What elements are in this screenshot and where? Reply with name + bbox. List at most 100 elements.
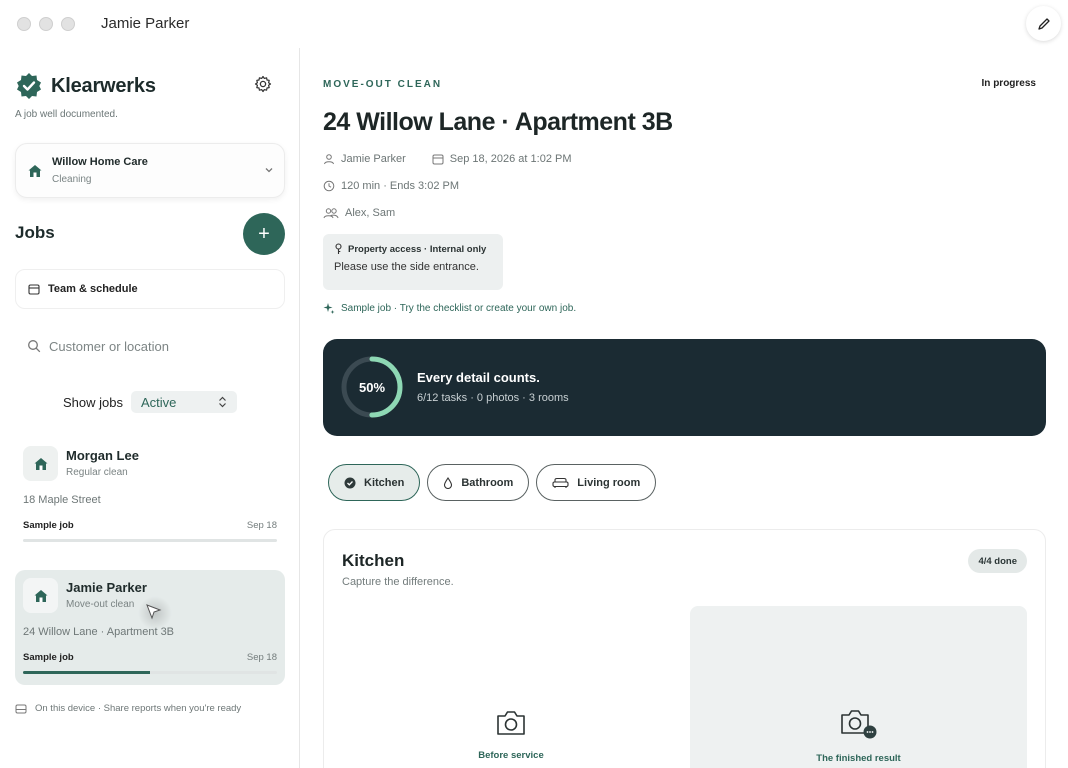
brand-tagline: A job well documented. — [15, 109, 118, 120]
search-icon — [28, 340, 41, 353]
camera-icon — [497, 711, 525, 735]
status-badge: In progress — [981, 78, 1036, 89]
calendar-icon — [432, 154, 444, 165]
property-access-note: Property access · Internal only Please u… — [323, 234, 503, 290]
job-detail: MOVE-OUT CLEAN In progress 24 Willow Lan… — [301, 48, 1068, 768]
job-icon — [23, 446, 58, 481]
house-icon — [34, 457, 47, 470]
tab-living-room[interactable]: Living room — [536, 464, 657, 501]
show-jobs-label: Show jobs — [63, 394, 123, 410]
camera-more-icon — [840, 710, 876, 739]
settings-button[interactable] — [254, 75, 272, 98]
job-date: Sep 18 — [246, 652, 277, 663]
sample-job-note: Sample job · Try the checklist or create… — [323, 302, 576, 314]
job-tag: Sample job — [23, 520, 74, 531]
job-duration-row: 120 min · Ends 3:02 PM — [323, 180, 459, 192]
team-icon — [323, 208, 339, 219]
sample-note-text: Sample job · Try the checklist or create… — [341, 302, 577, 314]
job-customer-name: Morgan Lee — [66, 448, 139, 463]
person-icon — [324, 154, 334, 165]
tab-bathroom[interactable]: Bathroom — [427, 464, 530, 501]
organization-type: Cleaning — [52, 174, 92, 185]
job-progress-fill — [23, 671, 150, 674]
team-schedule-label: Team & schedule — [48, 283, 138, 295]
organization-name: Willow Home Care — [52, 156, 148, 168]
job-duration: 120 min · Ends 3:02 PM — [341, 180, 460, 192]
show-jobs-select[interactable]: Active — [130, 391, 237, 413]
page-title: 24 Willow Lane · Apartment 3B — [323, 108, 673, 136]
device-icon — [15, 704, 27, 713]
droplet-icon — [444, 476, 453, 489]
mouse-cursor — [138, 596, 172, 630]
show-jobs-value: Active — [140, 394, 177, 410]
brand-name: Klearwerks — [51, 74, 156, 97]
before-photo-slot[interactable]: Before service — [342, 606, 680, 768]
job-progress-bar — [23, 539, 277, 542]
window-title: Jamie Parker — [101, 15, 190, 32]
job-progress-bar — [23, 671, 277, 674]
search-input[interactable] — [49, 338, 249, 354]
minimize-window-button[interactable] — [39, 17, 53, 31]
progress-title: Every detail counts. — [417, 370, 540, 385]
before-photo-label: Before service — [478, 750, 544, 761]
tab-label: Living room — [577, 476, 641, 489]
job-datetime: Sep 18, 2026 at 1:02 PM — [449, 153, 572, 165]
tab-kitchen[interactable]: Kitchen — [328, 464, 421, 501]
house-icon — [28, 165, 42, 177]
job-meta-row: Jamie Parker Sep 18, 2026 at 1:02 PM — [323, 153, 572, 165]
team-schedule-button[interactable]: Team & schedule — [15, 269, 285, 309]
job-address: 18 Maple Street — [23, 494, 101, 506]
organization-switcher[interactable]: Willow Home Care Cleaning — [15, 143, 285, 198]
job-team-row: Alex, Sam — [323, 207, 395, 219]
job-customer: Jamie Parker — [341, 153, 406, 165]
job-icon — [23, 578, 58, 613]
job-tag: Sample job — [23, 652, 74, 663]
after-photo-slot[interactable]: The finished result — [690, 606, 1027, 768]
job-type: Regular clean — [66, 467, 128, 478]
after-photo-label: The finished result — [816, 753, 901, 764]
sparkle-icon — [323, 303, 335, 314]
sidebar: Klearwerks A job well documented. Willow… — [0, 48, 300, 768]
jobs-heading: Jobs — [15, 223, 55, 242]
calendar-icon — [28, 284, 40, 295]
tab-label: Kitchen — [364, 476, 405, 489]
sofa-icon — [552, 477, 569, 488]
house-icon — [34, 589, 47, 602]
room-subtitle: Capture the difference. — [342, 576, 454, 588]
add-job-button[interactable]: + — [243, 213, 285, 255]
tab-label: Bathroom — [461, 476, 514, 489]
brand: Klearwerks — [15, 72, 156, 100]
access-title: Property access · Internal only — [348, 243, 487, 255]
show-jobs-filter: Show jobs Active — [63, 391, 237, 413]
job-customer-name: Jamie Parker — [66, 580, 147, 595]
clock-icon — [323, 180, 335, 192]
check-circle-icon — [344, 477, 356, 488]
room-progress-badge: 4/4 done — [968, 549, 1027, 573]
select-arrows-icon — [219, 396, 226, 408]
job-type-eyebrow: MOVE-OUT CLEAN — [323, 79, 443, 90]
logo-badge-icon — [17, 73, 41, 99]
chevron-down-icon — [265, 168, 273, 173]
storage-note: On this device · Share reports when you'… — [15, 703, 241, 714]
pointer-icon — [146, 604, 162, 620]
access-body: Please use the side entrance. — [334, 261, 479, 273]
room-card: Kitchen Capture the difference. 4/4 done… — [323, 529, 1046, 768]
gear-icon — [254, 75, 272, 93]
job-search — [15, 328, 285, 364]
key-icon — [335, 243, 342, 254]
edit-button[interactable] — [1026, 6, 1061, 41]
room-tabs: Kitchen Bathroom Living room — [328, 464, 657, 501]
zoom-window-button[interactable] — [61, 17, 75, 31]
progress-summary-card: 50% Every detail counts. 6/12 tasks · 0 … — [323, 339, 1046, 436]
job-type: Move-out clean — [66, 599, 135, 610]
progress-stats: 6/12 tasks · 0 photos · 3 rooms — [417, 392, 569, 404]
job-team: Alex, Sam — [345, 207, 396, 219]
access-header: Property access · Internal only — [334, 243, 492, 255]
close-window-button[interactable] — [17, 17, 31, 31]
pencil-icon — [1037, 17, 1050, 30]
job-card-morgan-lee[interactable]: Morgan Lee Regular clean 18 Maple Street… — [15, 438, 285, 553]
window-controls — [17, 17, 75, 31]
progress-percent: 50% — [358, 379, 386, 395]
job-date: Sep 18 — [246, 520, 277, 531]
room-title: Kitchen — [342, 551, 405, 570]
